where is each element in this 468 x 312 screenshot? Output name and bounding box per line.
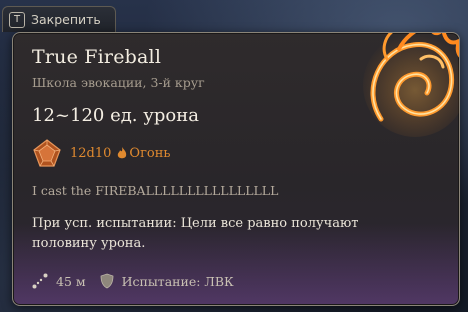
fireball-spiral-icon bbox=[363, 33, 459, 137]
save-effect-text: При усп. испытании: Цели все равно получ… bbox=[32, 216, 359, 251]
pin-tab[interactable]: T Закрепить bbox=[2, 6, 116, 32]
spell-title: True Fireball bbox=[32, 46, 162, 68]
pin-label: Закрепить bbox=[31, 12, 101, 27]
damage-type: Огонь bbox=[129, 145, 171, 161]
d10-die-icon bbox=[33, 139, 61, 167]
saving-throw: Испытание: ЛВК bbox=[121, 273, 234, 289]
range-dotted-line-icon bbox=[32, 273, 48, 289]
spell-stats-row: 45 м Испытание: ЛВК bbox=[32, 271, 234, 291]
spell-school: Школа эвокации, 3-й круг bbox=[32, 75, 205, 90]
dice-formula: 12d10 bbox=[70, 145, 112, 161]
spell-tooltip: True Fireball Школа эвокации, 3-й круг 1… bbox=[12, 32, 460, 306]
damage-range: 12~120 ед. урона bbox=[32, 105, 199, 126]
small-flame-icon bbox=[118, 146, 127, 158]
flavor-text: I cast the FIREBALLLLLLLLLLLLLLLL bbox=[32, 183, 279, 198]
range-value: 45 м bbox=[56, 273, 86, 289]
damage-dice-row: 12d10 Огонь bbox=[32, 139, 170, 167]
shield-icon bbox=[100, 273, 114, 289]
hotkey-badge: T bbox=[9, 11, 25, 28]
